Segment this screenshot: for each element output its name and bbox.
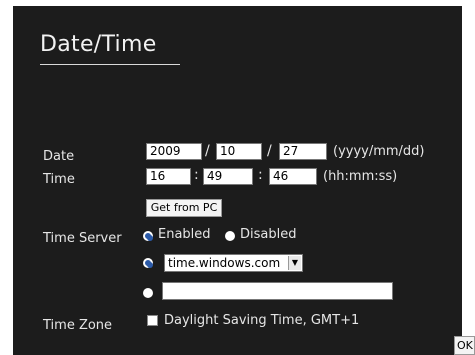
settings-panel: Date/Time Date 2009 / 10 / 27 (yyyy/mm/d… <box>13 6 462 355</box>
time-zone-label: Time Zone <box>43 318 113 333</box>
day-input[interactable]: 27 <box>279 143 327 160</box>
second-input[interactable]: 46 <box>269 168 317 185</box>
hour-input[interactable]: 16 <box>146 168 191 185</box>
get-from-pc-button[interactable]: Get from PC <box>146 199 222 217</box>
daylight-saving-checkbox[interactable] <box>147 315 158 326</box>
preset-server-radio[interactable] <box>143 258 153 268</box>
month-input[interactable]: 10 <box>216 143 262 160</box>
date-format-hint: (yyyy/mm/dd) <box>333 144 425 159</box>
minute-input[interactable]: 49 <box>203 168 253 185</box>
time-server-label: Time Server <box>43 231 122 246</box>
time-server-selected-value: time.windows.com <box>168 256 281 270</box>
ok-button[interactable]: OK <box>454 336 475 355</box>
time-server-select[interactable]: time.windows.com ▼ <box>164 254 303 272</box>
date-separator: / <box>267 143 272 159</box>
date-label: Date <box>43 149 75 164</box>
custom-server-input[interactable] <box>162 282 393 300</box>
custom-server-radio[interactable] <box>143 288 153 298</box>
enabled-radio[interactable] <box>143 231 153 241</box>
chevron-down-icon[interactable]: ▼ <box>288 256 301 270</box>
time-separator: : <box>194 167 199 183</box>
enabled-label: Enabled <box>158 227 211 242</box>
date-separator: / <box>205 143 210 159</box>
disabled-label: Disabled <box>240 227 297 242</box>
daylight-saving-label: Daylight Saving Time, GMT+1 <box>164 313 360 328</box>
page-title: Date/Time <box>40 32 157 57</box>
disabled-radio[interactable] <box>225 231 235 241</box>
time-format-hint: (hh:mm:ss) <box>323 169 398 184</box>
title-underline <box>40 64 180 65</box>
year-input[interactable]: 2009 <box>146 143 202 160</box>
time-separator: : <box>258 167 263 183</box>
time-label: Time <box>43 172 75 187</box>
